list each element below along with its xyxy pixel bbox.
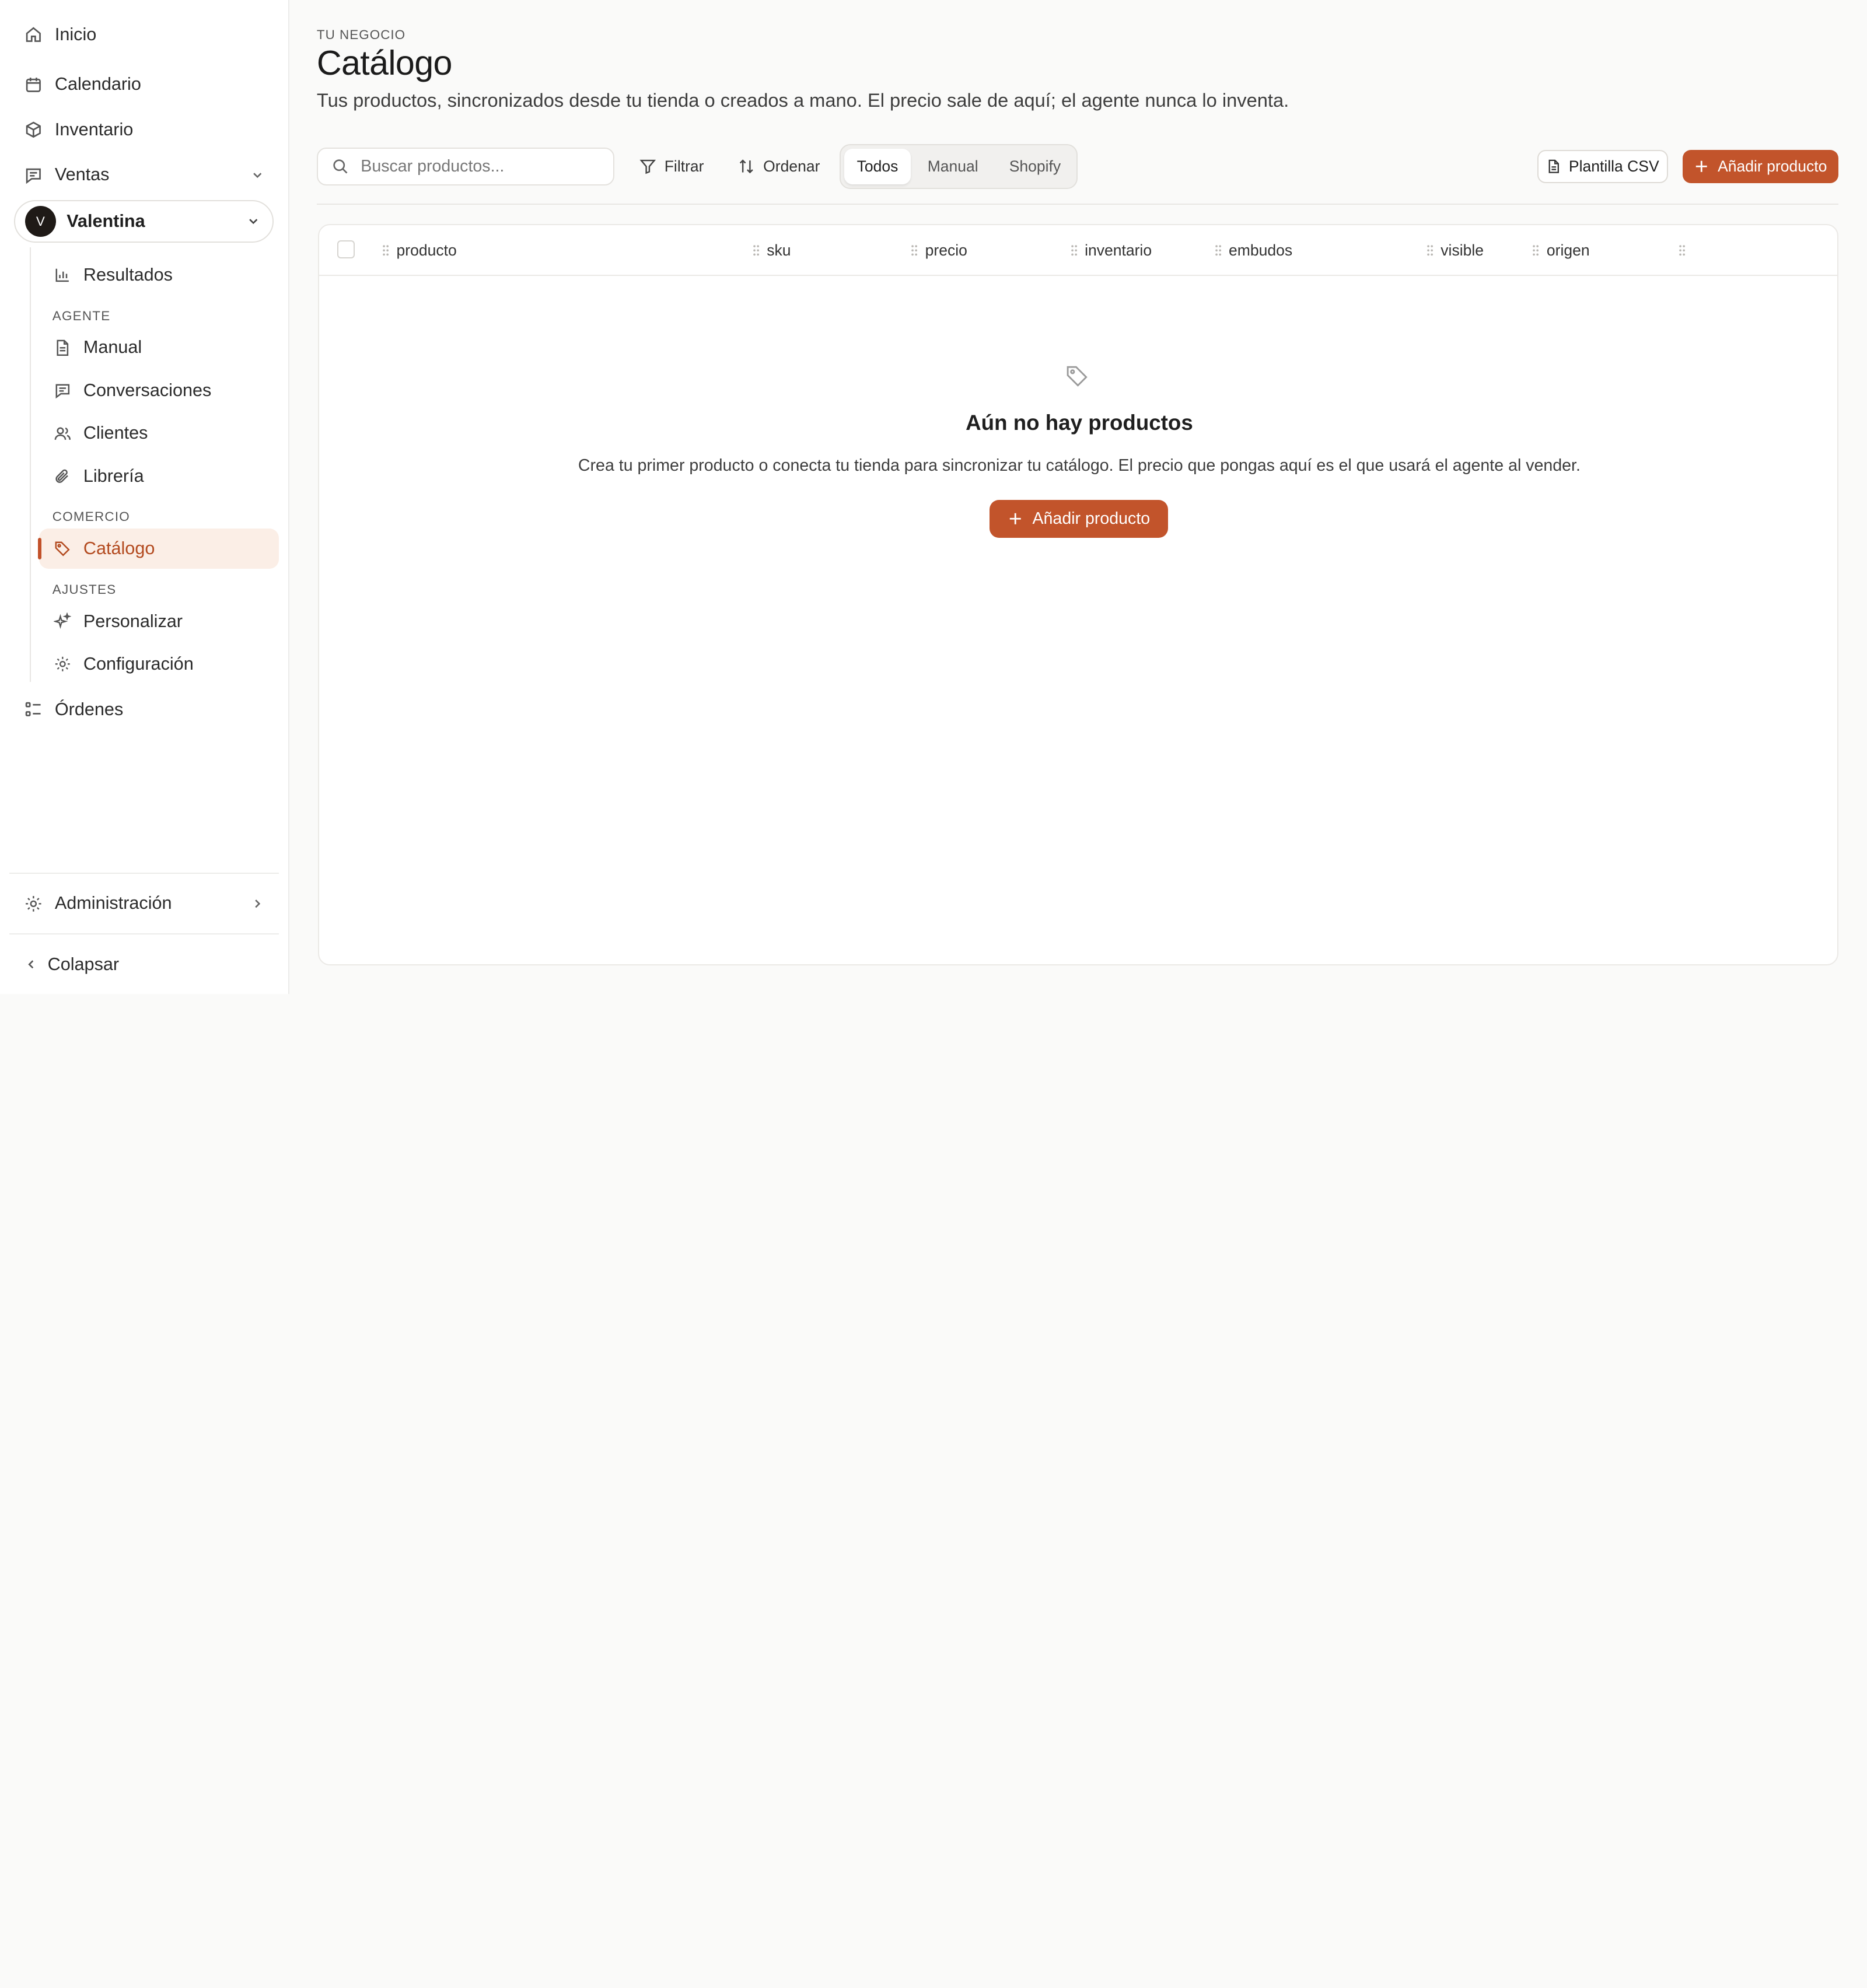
drag-handle-icon[interactable] <box>1679 244 1686 256</box>
search-box[interactable] <box>316 148 615 186</box>
divider <box>316 203 1838 205</box>
column-label: sku <box>767 242 791 260</box>
products-table: producto sku precio inventario embudos v… <box>317 223 1838 966</box>
select-all-checkbox[interactable] <box>337 240 355 258</box>
plus-icon <box>1696 161 1708 173</box>
table-header: producto sku precio inventario embudos v… <box>319 225 1837 276</box>
column-header-origen[interactable]: origen <box>1532 240 1590 261</box>
column-header-visible[interactable]: visible <box>1427 240 1484 261</box>
add-product-button[interactable]: Añadir producto <box>1682 150 1838 184</box>
source-filter-segmented: Todos Manual Shopify <box>839 144 1078 190</box>
drag-handle-icon[interactable] <box>911 244 918 256</box>
empty-state-add-product-button[interactable]: Añadir producto <box>989 500 1168 538</box>
page-title: Catálogo <box>316 43 453 83</box>
filter-label: Filtrar <box>664 158 704 176</box>
plus-icon <box>1009 513 1021 525</box>
column-label: precio <box>925 242 967 260</box>
drag-handle-icon[interactable] <box>1532 244 1539 256</box>
column-header-embudos[interactable]: embudos <box>1215 240 1293 261</box>
add-product-label: Añadir producto <box>1718 158 1827 176</box>
drag-handle-icon[interactable] <box>1427 244 1434 256</box>
main-content: TU NEGOCIO Catálogo Tus productos, sincr… <box>0 0 1867 994</box>
sort-icon <box>740 159 754 174</box>
drag-handle-icon[interactable] <box>1071 244 1078 256</box>
sort-label: Ordenar <box>763 158 820 176</box>
filter-button[interactable]: Filtrar <box>632 148 711 186</box>
empty-state-description: Crea tu primer producto o conecta tu tie… <box>578 456 1581 475</box>
column-header-sku[interactable]: sku <box>753 240 791 261</box>
sort-button[interactable]: Ordenar <box>731 148 827 186</box>
csv-template-label: Plantilla CSV <box>1568 158 1659 176</box>
page-subtitle: Tus productos, sincronizados desde tu ti… <box>316 89 1289 111</box>
drag-handle-icon[interactable] <box>382 244 389 256</box>
drag-handle-icon[interactable] <box>1215 244 1222 256</box>
empty-state-title: Aún no hay productos <box>966 411 1193 435</box>
tag-icon <box>1067 366 1088 387</box>
csv-template-button[interactable]: Plantilla CSV <box>1537 150 1669 184</box>
filter-icon <box>639 160 656 174</box>
column-header-actions[interactable] <box>1679 240 1686 261</box>
search-input[interactable] <box>361 157 599 177</box>
column-header-inventario[interactable]: inventario <box>1071 240 1152 261</box>
column-label: embudos <box>1229 242 1293 260</box>
column-label: producto <box>396 242 457 260</box>
eyebrow: TU NEGOCIO <box>316 27 406 42</box>
drag-handle-icon[interactable] <box>753 244 760 256</box>
segment-shopify[interactable]: Shopify <box>995 149 1075 184</box>
column-header-producto[interactable]: producto <box>382 240 457 261</box>
column-label: origen <box>1546 242 1590 260</box>
segment-todos[interactable]: Todos <box>844 149 911 185</box>
search-icon <box>333 159 348 174</box>
column-label: inventario <box>1085 242 1152 260</box>
empty-state-button-label: Añadir producto <box>1032 509 1151 528</box>
column-header-precio[interactable]: precio <box>911 240 967 261</box>
segment-manual[interactable]: Manual <box>913 149 992 184</box>
column-label: visible <box>1441 242 1484 260</box>
file-icon <box>1548 160 1560 174</box>
